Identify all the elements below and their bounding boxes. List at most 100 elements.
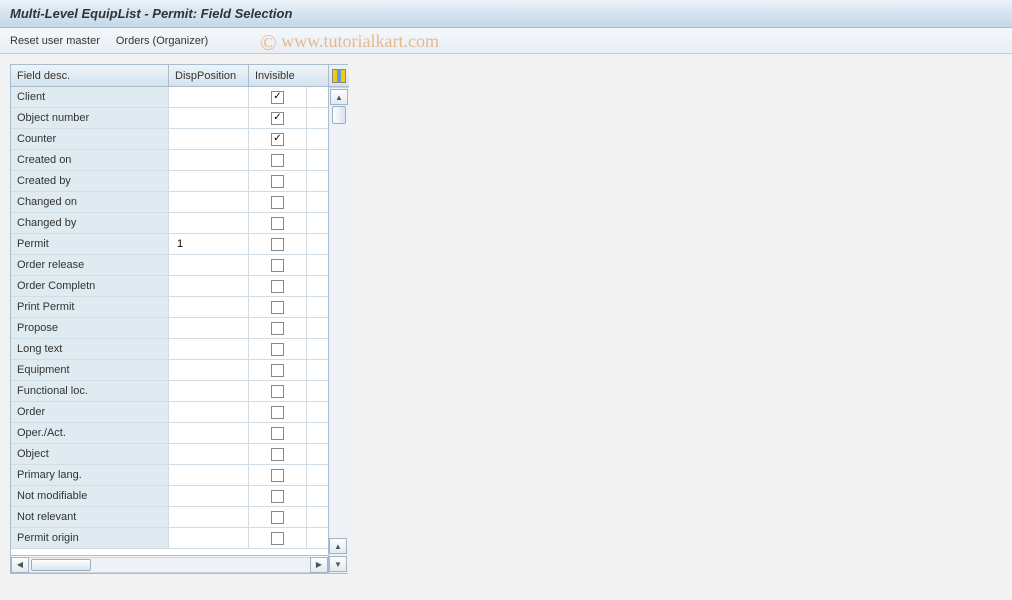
- invisible-checkbox[interactable]: [271, 301, 284, 314]
- configure-columns-button[interactable]: [329, 65, 349, 87]
- invisible-cell[interactable]: [249, 192, 307, 212]
- invisible-cell[interactable]: [249, 486, 307, 506]
- disp-position-cell[interactable]: [169, 339, 249, 359]
- disp-position-cell[interactable]: [169, 87, 249, 107]
- invisible-cell[interactable]: [249, 129, 307, 149]
- invisible-cell[interactable]: [249, 528, 307, 548]
- disp-position-input[interactable]: [175, 382, 242, 400]
- disp-position-cell[interactable]: [169, 213, 249, 233]
- disp-position-input[interactable]: [175, 466, 242, 484]
- disp-position-input[interactable]: [175, 277, 242, 295]
- disp-position-input[interactable]: [175, 361, 242, 379]
- invisible-checkbox[interactable]: [271, 385, 284, 398]
- hscroll-thumb[interactable]: [31, 559, 91, 571]
- invisible-cell[interactable]: [249, 360, 307, 380]
- disp-position-cell[interactable]: [169, 234, 249, 254]
- disp-position-input[interactable]: [175, 214, 242, 232]
- disp-position-input[interactable]: [175, 487, 242, 505]
- disp-position-cell[interactable]: [169, 507, 249, 527]
- invisible-checkbox[interactable]: [271, 280, 284, 293]
- disp-position-cell[interactable]: [169, 381, 249, 401]
- invisible-cell[interactable]: [249, 339, 307, 359]
- disp-position-input[interactable]: [175, 529, 242, 547]
- disp-position-input[interactable]: [175, 424, 242, 442]
- invisible-cell[interactable]: [249, 213, 307, 233]
- invisible-checkbox[interactable]: [271, 343, 284, 356]
- invisible-checkbox[interactable]: [271, 154, 284, 167]
- disp-position-input[interactable]: [175, 256, 242, 274]
- disp-position-cell[interactable]: [169, 255, 249, 275]
- disp-position-input[interactable]: [175, 319, 242, 337]
- col-header-disp-position[interactable]: DispPosition: [169, 65, 249, 86]
- invisible-cell[interactable]: [249, 276, 307, 296]
- invisible-cell[interactable]: [249, 423, 307, 443]
- invisible-checkbox[interactable]: [271, 427, 284, 440]
- disp-position-cell[interactable]: [169, 129, 249, 149]
- disp-position-cell[interactable]: [169, 276, 249, 296]
- invisible-checkbox[interactable]: [271, 448, 284, 461]
- invisible-cell[interactable]: [249, 507, 307, 527]
- disp-position-cell[interactable]: [169, 486, 249, 506]
- invisible-cell[interactable]: [249, 402, 307, 422]
- invisible-checkbox[interactable]: [271, 175, 284, 188]
- vscroll-down-step-button[interactable]: ▲: [329, 538, 347, 554]
- invisible-cell[interactable]: [249, 297, 307, 317]
- disp-position-input[interactable]: [175, 508, 242, 526]
- reset-user-master-button[interactable]: Reset user master: [10, 35, 100, 47]
- disp-position-input[interactable]: [175, 235, 242, 253]
- disp-position-cell[interactable]: [169, 402, 249, 422]
- invisible-checkbox[interactable]: [271, 112, 284, 125]
- disp-position-cell[interactable]: [169, 360, 249, 380]
- invisible-checkbox[interactable]: [271, 196, 284, 209]
- disp-position-cell[interactable]: [169, 444, 249, 464]
- invisible-checkbox[interactable]: [271, 511, 284, 524]
- invisible-checkbox[interactable]: [271, 217, 284, 230]
- disp-position-input[interactable]: [175, 403, 242, 421]
- disp-position-cell[interactable]: [169, 297, 249, 317]
- invisible-cell[interactable]: [249, 150, 307, 170]
- disp-position-input[interactable]: [175, 151, 242, 169]
- invisible-cell[interactable]: [249, 87, 307, 107]
- invisible-cell[interactable]: [249, 255, 307, 275]
- invisible-checkbox[interactable]: [271, 490, 284, 503]
- disp-position-cell[interactable]: [169, 465, 249, 485]
- disp-position-input[interactable]: [175, 340, 242, 358]
- invisible-checkbox[interactable]: [271, 133, 284, 146]
- disp-position-input[interactable]: [175, 130, 242, 148]
- vscroll-up-button[interactable]: ▲: [330, 89, 348, 105]
- invisible-checkbox[interactable]: [271, 91, 284, 104]
- disp-position-input[interactable]: [175, 88, 242, 106]
- col-header-invisible[interactable]: Invisible: [249, 65, 307, 86]
- hscroll-right-button[interactable]: ▶: [310, 557, 328, 573]
- disp-position-cell[interactable]: [169, 108, 249, 128]
- invisible-cell[interactable]: [249, 171, 307, 191]
- disp-position-input[interactable]: [175, 193, 242, 211]
- invisible-cell[interactable]: [249, 234, 307, 254]
- hscroll-left-button[interactable]: ◀: [11, 557, 29, 573]
- invisible-checkbox[interactable]: [271, 364, 284, 377]
- disp-position-input[interactable]: [175, 445, 242, 463]
- invisible-cell[interactable]: [249, 318, 307, 338]
- orders-organizer-button[interactable]: Orders (Organizer): [116, 35, 208, 47]
- invisible-checkbox[interactable]: [271, 238, 284, 251]
- invisible-cell[interactable]: [249, 108, 307, 128]
- invisible-checkbox[interactable]: [271, 322, 284, 335]
- invisible-checkbox[interactable]: [271, 259, 284, 272]
- disp-position-cell[interactable]: [169, 318, 249, 338]
- vscroll-thumb[interactable]: [332, 106, 346, 124]
- disp-position-cell[interactable]: [169, 171, 249, 191]
- horizontal-scrollbar[interactable]: ◀ ▶: [11, 555, 328, 573]
- invisible-checkbox[interactable]: [271, 406, 284, 419]
- disp-position-input[interactable]: [175, 109, 242, 127]
- invisible-checkbox[interactable]: [271, 532, 284, 545]
- col-header-field-desc[interactable]: Field desc.: [11, 65, 169, 86]
- invisible-checkbox[interactable]: [271, 469, 284, 482]
- disp-position-input[interactable]: [175, 172, 242, 190]
- disp-position-input[interactable]: [175, 298, 242, 316]
- invisible-cell[interactable]: [249, 381, 307, 401]
- disp-position-cell[interactable]: [169, 423, 249, 443]
- hscroll-track[interactable]: [29, 557, 310, 573]
- disp-position-cell[interactable]: [169, 150, 249, 170]
- disp-position-cell[interactable]: [169, 528, 249, 548]
- vscroll-down-button[interactable]: ▼: [329, 556, 347, 572]
